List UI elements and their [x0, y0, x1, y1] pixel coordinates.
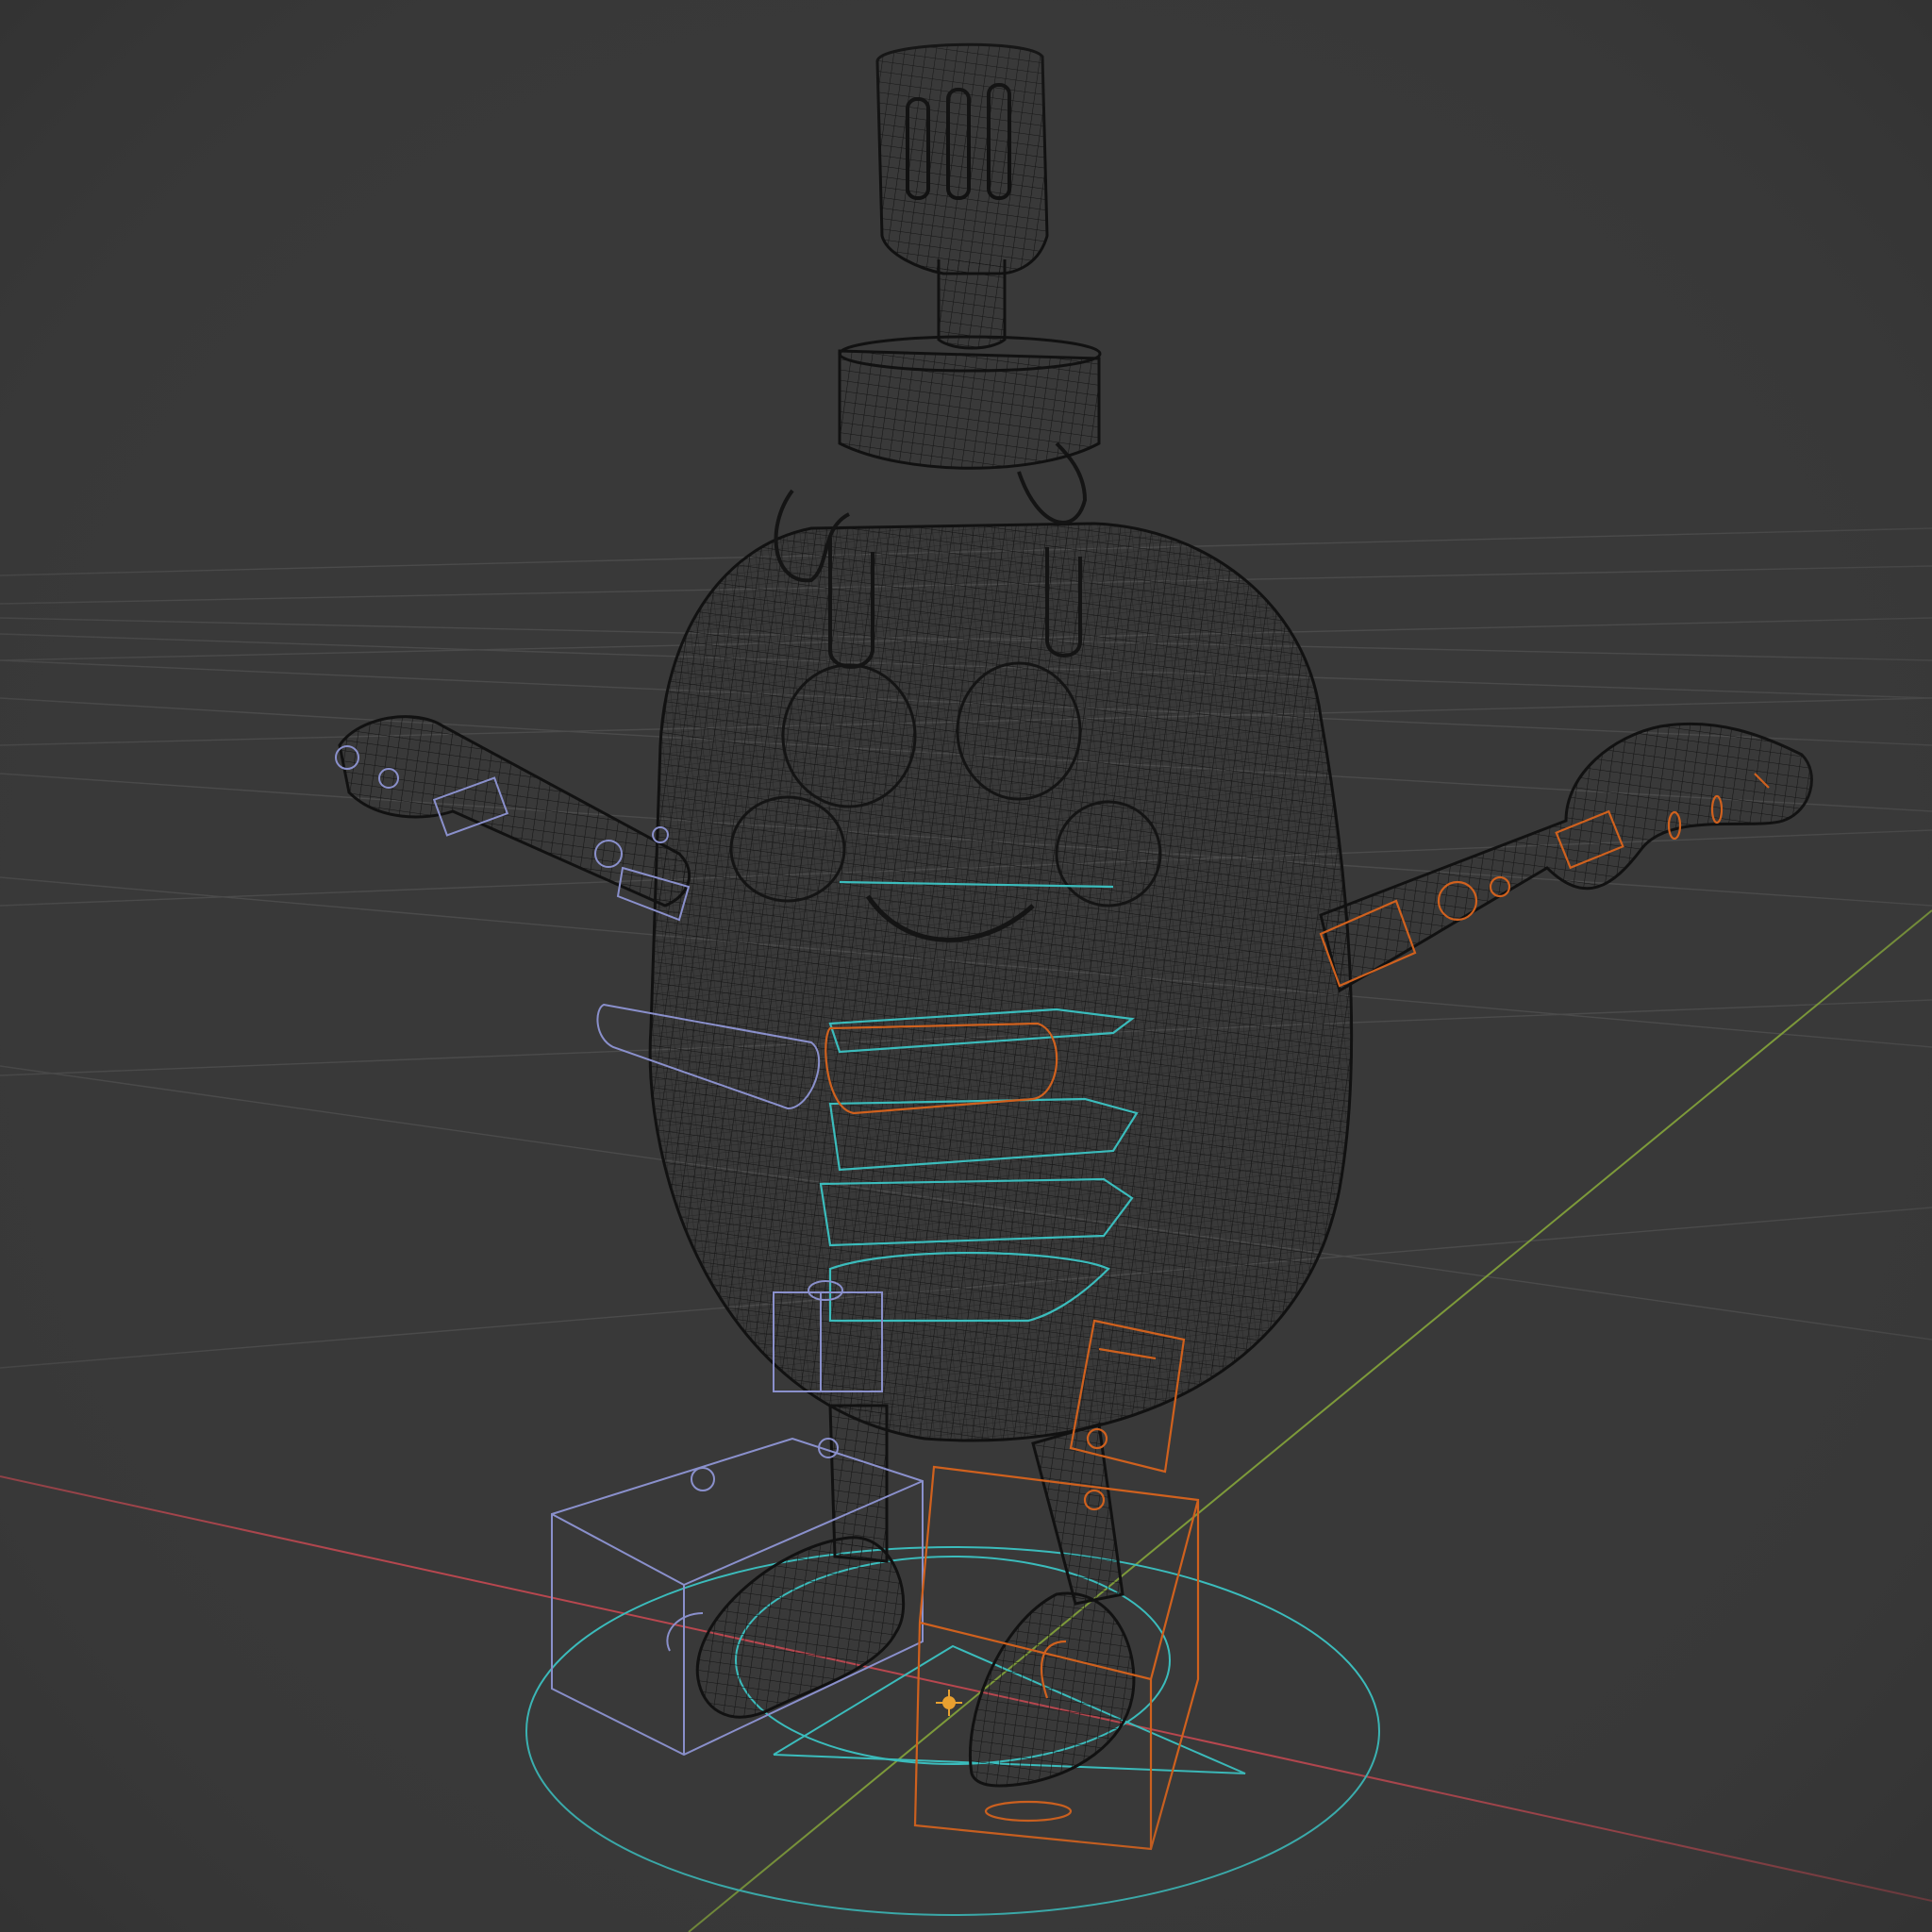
viewport-vignette — [0, 0, 1932, 1932]
3d-viewport[interactable] — [0, 0, 1932, 1932]
viewport-canvas[interactable] — [0, 0, 1932, 1932]
